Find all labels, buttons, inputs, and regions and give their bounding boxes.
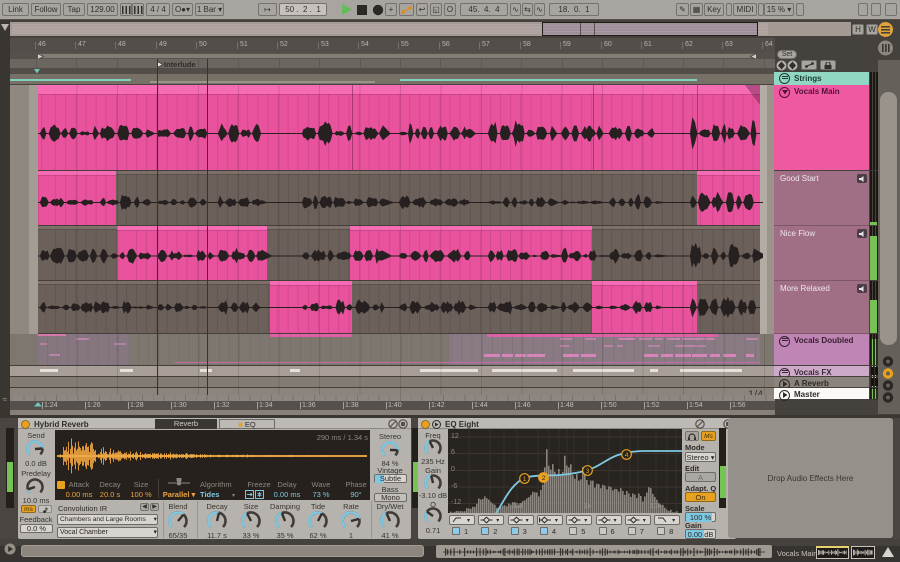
svg-text:1: 1: [522, 476, 526, 483]
svg-text:2: 2: [541, 475, 545, 482]
svg-text:4: 4: [624, 452, 628, 459]
svg-text:3: 3: [585, 468, 589, 475]
